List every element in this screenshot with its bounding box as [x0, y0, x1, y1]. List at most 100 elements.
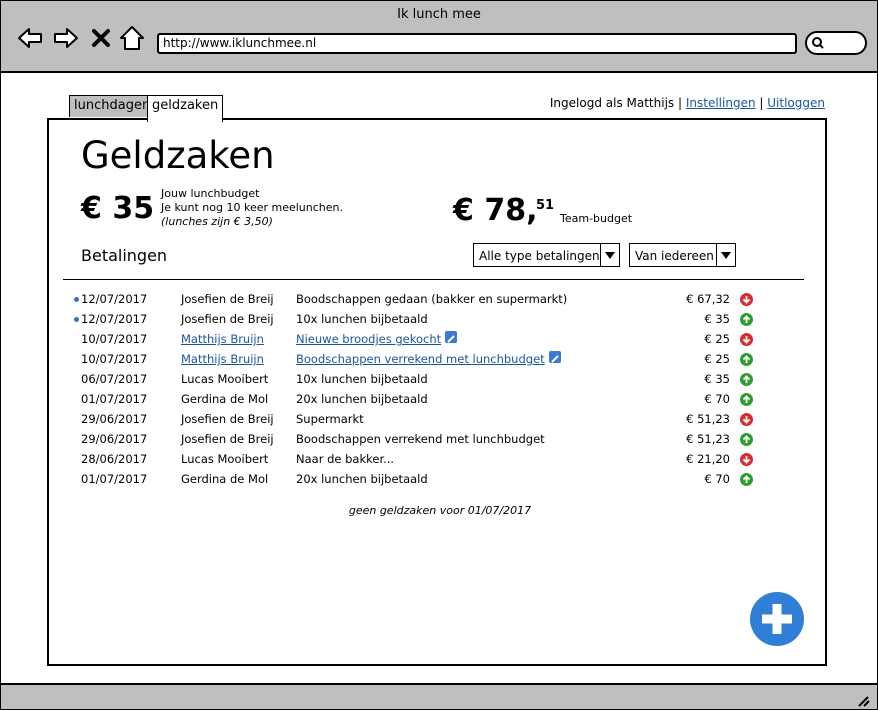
status-bar: [1, 683, 877, 709]
section-title: Betalingen: [81, 246, 168, 265]
tab-lunchdagen[interactable]: lunchdagen: [69, 95, 156, 117]
table-row[interactable]: 12/07/2017 Josefien de Breij Boodschappen …: [63, 289, 763, 309]
arrow-up-icon: [740, 433, 753, 446]
resize-grip-icon[interactable]: [855, 693, 871, 707]
logout-link[interactable]: Uitloggen: [767, 96, 825, 110]
payment-person[interactable]: Matthijs Bruijn: [181, 329, 264, 349]
arrow-up-icon: [740, 393, 753, 406]
arrow-down-icon: [740, 453, 753, 466]
add-payment-button[interactable]: [750, 592, 804, 646]
budget-label: Jouw lunchbudget: [161, 187, 260, 200]
payment-amount: € 25: [704, 352, 730, 366]
pencil-icon[interactable]: [445, 331, 458, 343]
table-row[interactable]: 10/07/2017 Matthijs Bruijn Boodschappen ve…: [63, 349, 763, 369]
payment-person: Josefien de Breij: [181, 312, 274, 326]
payer-select[interactable]: Van iedereen: [629, 243, 736, 267]
payment-date: 10/07/2017: [81, 332, 148, 346]
payment-amount: € 70: [704, 392, 730, 406]
payment-amount: € 35: [704, 372, 730, 386]
payment-person: Lucas Mooibert: [181, 452, 269, 466]
budget-lunch-price: (lunches zijn € 3,50): [161, 215, 273, 228]
payment-date: 29/06/2017: [81, 412, 148, 426]
table-row[interactable]: 29/06/2017 Josefien de Breij Supermarkt € 5…: [63, 409, 763, 429]
team-budget-label: Team-budget: [560, 212, 633, 225]
payment-description[interactable]: Boodschappen verrekend met lunchbudget: [296, 352, 545, 366]
table-row[interactable]: 12/07/2017 Josefien de Breij 10x lunchen b…: [63, 309, 763, 329]
payment-amount: € 67,32: [686, 292, 730, 306]
payment-description-wrap: 10x lunchen bijbetaald: [296, 369, 428, 389]
close-icon[interactable]: [89, 25, 115, 51]
arrow-up-icon: [740, 353, 753, 366]
search-field[interactable]: [805, 31, 867, 55]
team-budget-cents: 51: [536, 198, 555, 213]
payment-description: Naar de bakker...: [296, 452, 395, 466]
payer-value: Van iedereen: [635, 249, 714, 263]
budget-amount: € 35: [81, 191, 155, 226]
payment-description: Boodschappen gedaan (bakker en supermark…: [296, 292, 568, 306]
payment-person[interactable]: Matthijs Bruijn: [181, 349, 264, 369]
payment-amount: € 51,23: [686, 412, 730, 426]
payment-date: 12/07/2017: [81, 292, 148, 306]
payment-description[interactable]: Nieuwe broodjes gekocht: [296, 332, 441, 346]
payment-type-select[interactable]: Alle type betalingen: [473, 243, 620, 267]
arrow-up-icon: [740, 473, 753, 486]
table-row[interactable]: 01/07/2017 Gerdina de Mol 20x lunchen bijb…: [63, 389, 763, 409]
payment-person: Lucas Mooibert: [181, 372, 269, 386]
forward-arrow-icon[interactable]: [53, 25, 79, 51]
table-row[interactable]: 01/07/2017 Gerdina de Mol 20x lunchen bijb…: [63, 469, 763, 489]
payment-amount: € 21,20: [686, 452, 730, 466]
pencil-icon[interactable]: [548, 351, 561, 363]
unread-dot: [74, 317, 79, 322]
table-row[interactable]: 29/06/2017 Josefien de Breij Boodschappen …: [63, 429, 763, 449]
payment-person: Gerdina de Mol: [181, 472, 269, 486]
back-arrow-icon[interactable]: [17, 25, 43, 51]
payment-description: 20x lunchen bijbetaald: [296, 472, 428, 486]
chevron-down-icon: [716, 244, 735, 266]
payment-description-wrap: 20x lunchen bijbetaald: [296, 389, 428, 409]
url-input[interactable]: http://www.iklunchmee.nl: [157, 33, 797, 54]
payment-date: 28/06/2017: [81, 452, 148, 466]
plus-icon: [762, 604, 792, 634]
logged-in-label: Ingelogd als Matthijs: [549, 96, 675, 110]
search-icon: [812, 37, 824, 49]
payment-description-wrap: Supermarkt: [296, 409, 364, 429]
payment-description: Boodschappen verrekend met lunchbudget: [296, 432, 545, 446]
payment-person: Gerdina de Mol: [181, 392, 269, 406]
settings-link[interactable]: Instellingen: [686, 96, 756, 110]
payment-amount: € 35: [704, 312, 730, 326]
separator: |: [677, 96, 683, 110]
payment-description-wrap: Boodschappen verrekend met lunchbudget: [296, 349, 561, 369]
tab-geldzaken[interactable]: geldzaken: [147, 95, 224, 122]
window-title: Ik lunch mee: [397, 7, 481, 22]
browser-window: Ik lunch mee http://www.iklunchmee.nl lu…: [0, 0, 878, 710]
title-bar: Ik lunch mee http://www.iklunchmee.nl: [1, 1, 877, 73]
payment-description-wrap: Naar de bakker...: [296, 449, 394, 469]
payment-amount: € 25: [704, 332, 730, 346]
home-icon[interactable]: [119, 25, 145, 51]
payment-description-wrap: Nieuwe broodjes gekocht: [296, 329, 458, 349]
arrow-down-icon: [740, 293, 753, 306]
unread-dot: [74, 297, 79, 302]
arrow-down-icon: [740, 333, 753, 346]
payment-description-wrap: Boodschappen gedaan (bakker en supermark…: [296, 289, 567, 309]
payment-date: 01/07/2017: [81, 472, 148, 486]
footnote: geen geldzaken voor 01/07/2017: [348, 504, 532, 517]
user-bar: Ingelogd als Matthijs | Instellingen | U…: [550, 96, 825, 110]
payment-description: 10x lunchen bijbetaald: [296, 312, 428, 326]
team-budget-amount: € 78,: [453, 193, 538, 228]
budget-info: Jouw lunchbudget Je kunt nog 10 keer mee…: [161, 187, 343, 229]
payment-description-wrap: Boodschappen verrekend met lunchbudget: [296, 429, 545, 449]
payment-description: 20x lunchen bijbetaald: [296, 392, 428, 406]
arrow-down-icon: [740, 413, 753, 426]
payment-person: Josefien de Breij: [181, 432, 274, 446]
payment-person: Josefien de Breij: [181, 292, 274, 306]
payment-description-wrap: 10x lunchen bijbetaald: [296, 309, 428, 329]
payment-amount: € 70: [704, 472, 730, 486]
arrow-up-icon: [740, 373, 753, 386]
table-row[interactable]: 28/06/2017 Lucas Mooibert Naar de bakker..…: [63, 449, 763, 469]
divider: [63, 279, 804, 280]
payment-person: Josefien de Breij: [181, 412, 274, 426]
table-row[interactable]: 06/07/2017 Lucas Mooibert 10x lunchen bijb…: [63, 369, 763, 389]
table-row[interactable]: 10/07/2017 Matthijs Bruijn Nieuwe broodjes…: [63, 329, 763, 349]
payment-date: 12/07/2017: [81, 312, 148, 326]
